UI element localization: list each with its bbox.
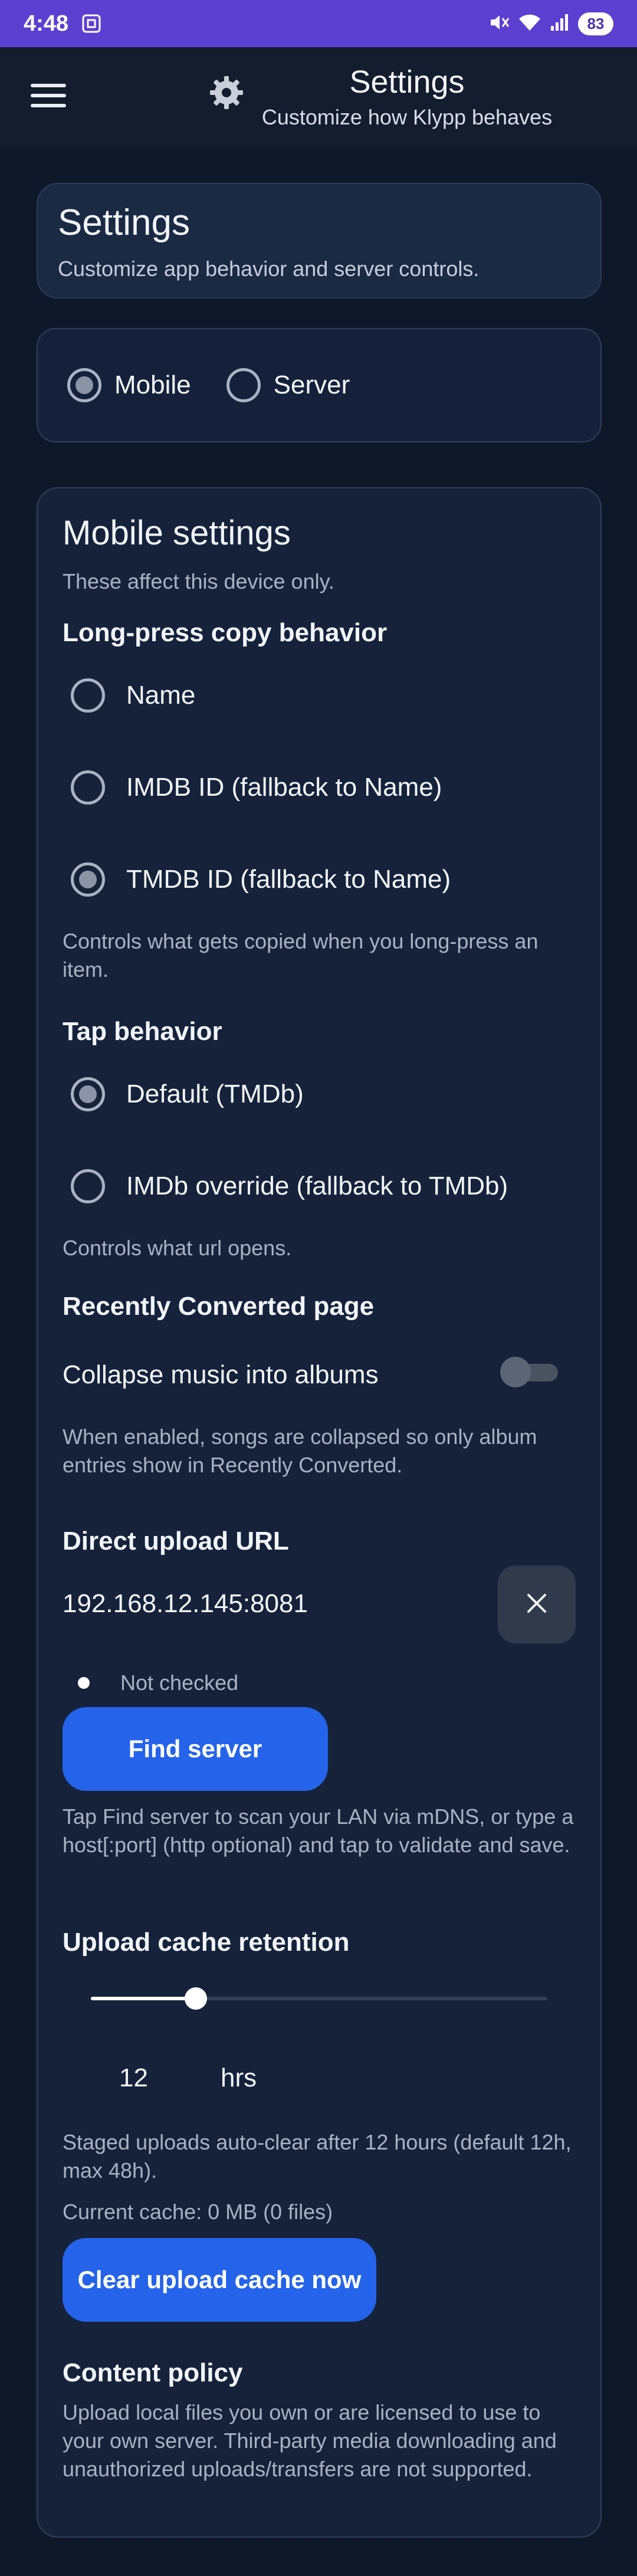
wifi-icon <box>518 13 541 35</box>
cache-hours-value[interactable]: 12 <box>119 2063 148 2093</box>
battery-indicator: 83 <box>578 12 613 35</box>
direct-upload-heading: Direct upload URL <box>63 1527 289 1556</box>
collapse-music-help: When enabled, songs are collapsed so onl… <box>63 1425 537 1477</box>
mobile-settings-card: Mobile settings These affect this device… <box>37 487 602 2538</box>
radio-unselected-icon[interactable] <box>226 368 261 402</box>
mode-selector: Mobile Server <box>37 328 602 442</box>
status-dot-icon <box>78 1677 90 1689</box>
mode-option-server[interactable]: Server <box>226 368 350 402</box>
long-press-option-imdb[interactable]: IMDB ID (fallback to Name) <box>71 770 442 805</box>
find-server-button[interactable]: Find server <box>63 1707 328 1791</box>
clear-url-button[interactable] <box>498 1566 576 1643</box>
mode-option-label: Mobile <box>114 370 191 399</box>
server-status: Not checked <box>78 1671 238 1695</box>
app-bar: Settings Customize how Klypp behaves <box>0 47 637 147</box>
settings-screen: 4:48 83 Settings Customize how Klypp beh… <box>0 0 637 2576</box>
status-time: 4:48 <box>24 11 69 36</box>
radio-selected-icon[interactable] <box>71 1077 105 1111</box>
mode-option-mobile[interactable]: Mobile <box>67 368 191 402</box>
long-press-heading: Long-press copy behavior <box>63 618 388 647</box>
option-label: IMDB ID (fallback to Name) <box>126 773 442 802</box>
page-title: Settings <box>349 64 465 100</box>
slider-fill <box>91 1997 196 2000</box>
slider-thumb[interactable] <box>185 1987 207 2010</box>
long-press-option-name[interactable]: Name <box>71 678 195 713</box>
option-label: Default (TMDb) <box>126 1079 304 1108</box>
mode-option-label: Server <box>273 370 350 399</box>
option-label: IMDb override (fallback to TMDb) <box>126 1171 508 1200</box>
collapse-music-label: Collapse music into albums <box>63 1360 379 1389</box>
radio-selected-icon[interactable] <box>71 862 105 897</box>
status-bar: 4:48 83 <box>0 0 637 47</box>
tap-behavior-heading: Tap behavior <box>63 1017 222 1046</box>
option-label: TMDB ID (fallback to Name) <box>126 865 451 894</box>
close-icon <box>525 1591 549 1618</box>
clear-cache-button[interactable]: Clear upload cache now <box>63 2238 376 2322</box>
radio-unselected-icon[interactable] <box>71 678 105 713</box>
menu-icon[interactable] <box>31 84 66 110</box>
long-press-help: Controls what gets copied when you long-… <box>63 929 539 982</box>
mute-icon <box>488 12 510 35</box>
header-card-title: Settings <box>58 202 191 243</box>
upload-url-input[interactable]: 192.168.12.145:8081 <box>63 1589 475 1619</box>
content-policy-heading: Content policy <box>63 2358 243 2387</box>
cache-retention-help: Staged uploads auto-clear after 12 hours… <box>63 2130 572 2183</box>
tap-behavior-help: Controls what url opens. <box>63 1236 292 1260</box>
section-title: Mobile settings <box>63 514 291 552</box>
header-card-subtitle: Customize app behavior and server contro… <box>58 257 480 281</box>
cache-retention-slider[interactable] <box>91 1981 547 2016</box>
server-status-text: Not checked <box>120 1671 239 1695</box>
collapse-music-toggle[interactable] <box>500 1357 559 1387</box>
page-subtitle: Customize how Klypp behaves <box>261 105 553 129</box>
long-press-option-tmdb[interactable]: TMDB ID (fallback to Name) <box>71 862 451 897</box>
content-policy-text: Upload local files you own or are licens… <box>63 2400 557 2481</box>
radio-unselected-icon[interactable] <box>71 770 105 805</box>
radio-unselected-icon[interactable] <box>71 1169 105 1203</box>
signal-icon <box>550 13 570 35</box>
find-server-help: Tap Find server to scan your LAN via mDN… <box>63 1804 574 1857</box>
option-label: Name <box>126 681 196 710</box>
section-subtitle: These affect this device only. <box>63 569 334 593</box>
tap-option-default[interactable]: Default (TMDb) <box>71 1077 304 1111</box>
current-cache-text: Current cache: 0 MB (0 files) <box>63 2200 333 2224</box>
tap-option-imdb-override[interactable]: IMDb override (fallback to TMDb) <box>71 1169 508 1203</box>
cache-retention-heading: Upload cache retention <box>63 1928 350 1957</box>
recently-converted-heading: Recently Converted page <box>63 1292 375 1321</box>
screenshot-icon <box>81 14 101 34</box>
settings-header-card: Settings Customize app behavior and serv… <box>37 183 602 298</box>
radio-selected-icon[interactable] <box>67 368 101 402</box>
cache-hours-unit: hrs <box>221 2063 257 2092</box>
